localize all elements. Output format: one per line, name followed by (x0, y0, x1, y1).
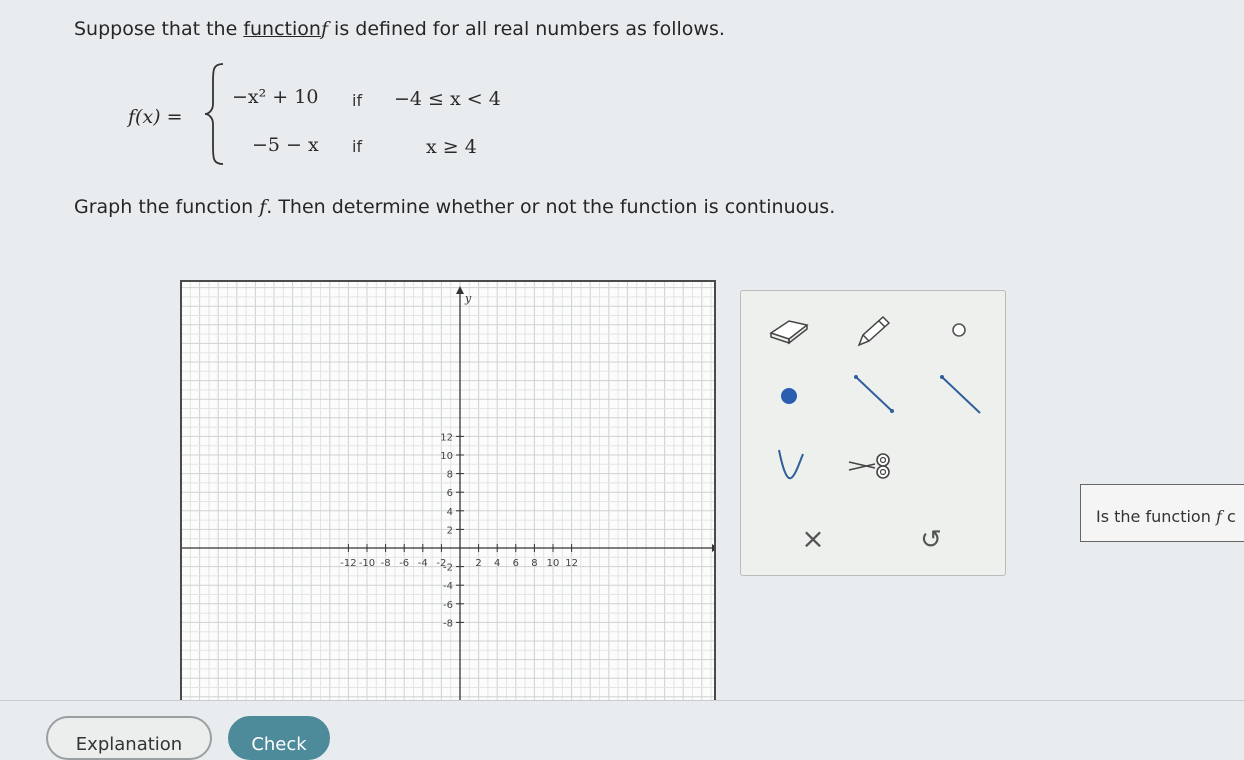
piece2-expression: −5 − x (252, 134, 319, 156)
x-tick-label: -8 (381, 558, 391, 569)
fx-text: f(x) = (128, 106, 183, 128)
undo-icon: ↺ (920, 525, 942, 555)
y-tick-label: -8 (443, 618, 453, 629)
y-tick-label: 8 (447, 470, 453, 481)
problem-statement-line1: Suppose that the functionf is defined fo… (74, 18, 725, 40)
question-text: Is the function (1096, 507, 1216, 526)
prompt-text: is defined for all real numbers as follo… (328, 18, 725, 40)
open-circle-tool[interactable] (931, 307, 987, 353)
eraser-tool[interactable] (761, 307, 817, 353)
x-tick-label: 10 (547, 558, 560, 569)
x-tick-label: 4 (494, 558, 500, 569)
segment-icon (854, 375, 894, 413)
x-tick-label: -4 (418, 558, 428, 569)
pencil-tool[interactable] (845, 307, 901, 353)
function-label: f(x) = (128, 106, 183, 128)
graph-canvas[interactable]: y -12 -10 -8 -6 -4 -2 2 4 6 8 10 12 12 10 8 6 4 2 -2 -4 -6-… (180, 280, 716, 700)
closed-dot-tool[interactable] (761, 373, 817, 419)
bottom-divider (0, 700, 1244, 701)
ray-tool[interactable] (931, 371, 987, 417)
y-tick-label: -6 (443, 600, 453, 611)
check-button[interactable]: Check (228, 716, 330, 760)
y-tick-label: -2 (443, 563, 453, 574)
x-tick-label: 2 (475, 558, 481, 569)
piecewise-brace (204, 63, 224, 165)
y-tick-label: 4 (447, 507, 453, 518)
function-symbol: f (320, 18, 328, 40)
parabola-icon (778, 449, 804, 480)
tool-palette: × ↺ (740, 290, 1006, 576)
scissors-tool[interactable] (845, 443, 901, 489)
explanation-button[interactable]: Explanation (46, 716, 212, 760)
x-tick-label: -6 (399, 558, 409, 569)
undo-button[interactable]: ↺ (903, 517, 959, 563)
ray-icon (940, 375, 981, 414)
prompt-text: Graph the function (74, 196, 260, 218)
function-link[interactable]: function (243, 18, 321, 40)
x-axis-arrow (712, 544, 714, 552)
x-tick-label: 12 (565, 558, 578, 569)
y-tick-label: -4 (443, 581, 453, 592)
closed-dot-icon (781, 388, 797, 404)
y-tick-label: 12 (440, 432, 453, 443)
eraser-icon (769, 320, 809, 345)
piece1-if-text: if (352, 91, 363, 110)
problem-statement-line2: Graph the function f. Then determine whe… (74, 196, 835, 218)
scissors-icon (848, 453, 890, 479)
x-tick-label: 6 (513, 558, 519, 569)
prompt-text: Suppose that the (74, 18, 244, 40)
x-tick-label: 8 (531, 558, 537, 569)
x-tick-label: -12 (340, 558, 356, 569)
x-tick-label: -10 (359, 558, 375, 569)
piece2-condition: x ≥ 4 (426, 136, 477, 158)
piece2-cond-text: x ≥ 4 (426, 136, 477, 158)
piece1-expr-text: −x² + 10 (232, 86, 319, 108)
y-tick-label: 6 (447, 488, 453, 499)
parabola-tool[interactable] (761, 441, 817, 487)
piece2-if-text: if (352, 137, 363, 156)
prompt-text: . Then determine whether or not the func… (266, 196, 836, 218)
piece1-expression: −x² + 10 (232, 86, 318, 108)
piece2-expr-text: −5 − x (252, 134, 319, 156)
piece1-condition: −4 ≤ x < 4 (394, 88, 501, 110)
question-text: c (1221, 507, 1236, 526)
explanation-label: Explanation (75, 734, 183, 755)
y-tick-label: 10 (440, 451, 453, 462)
piece1-if: if (352, 91, 362, 110)
open-circle-icon (952, 323, 966, 337)
y-tick-label: 2 (447, 525, 453, 536)
pencil-icon (857, 315, 891, 347)
check-label: Check (251, 734, 307, 755)
clear-button[interactable]: × (785, 515, 841, 561)
piece1-cond-text: −4 ≤ x < 4 (394, 88, 501, 110)
continuity-question: Is the function f c (1080, 484, 1244, 542)
close-icon: × (801, 521, 825, 555)
piece2-if: if (352, 137, 362, 156)
segment-tool[interactable] (845, 371, 901, 417)
y-axis-label: y (464, 292, 472, 305)
